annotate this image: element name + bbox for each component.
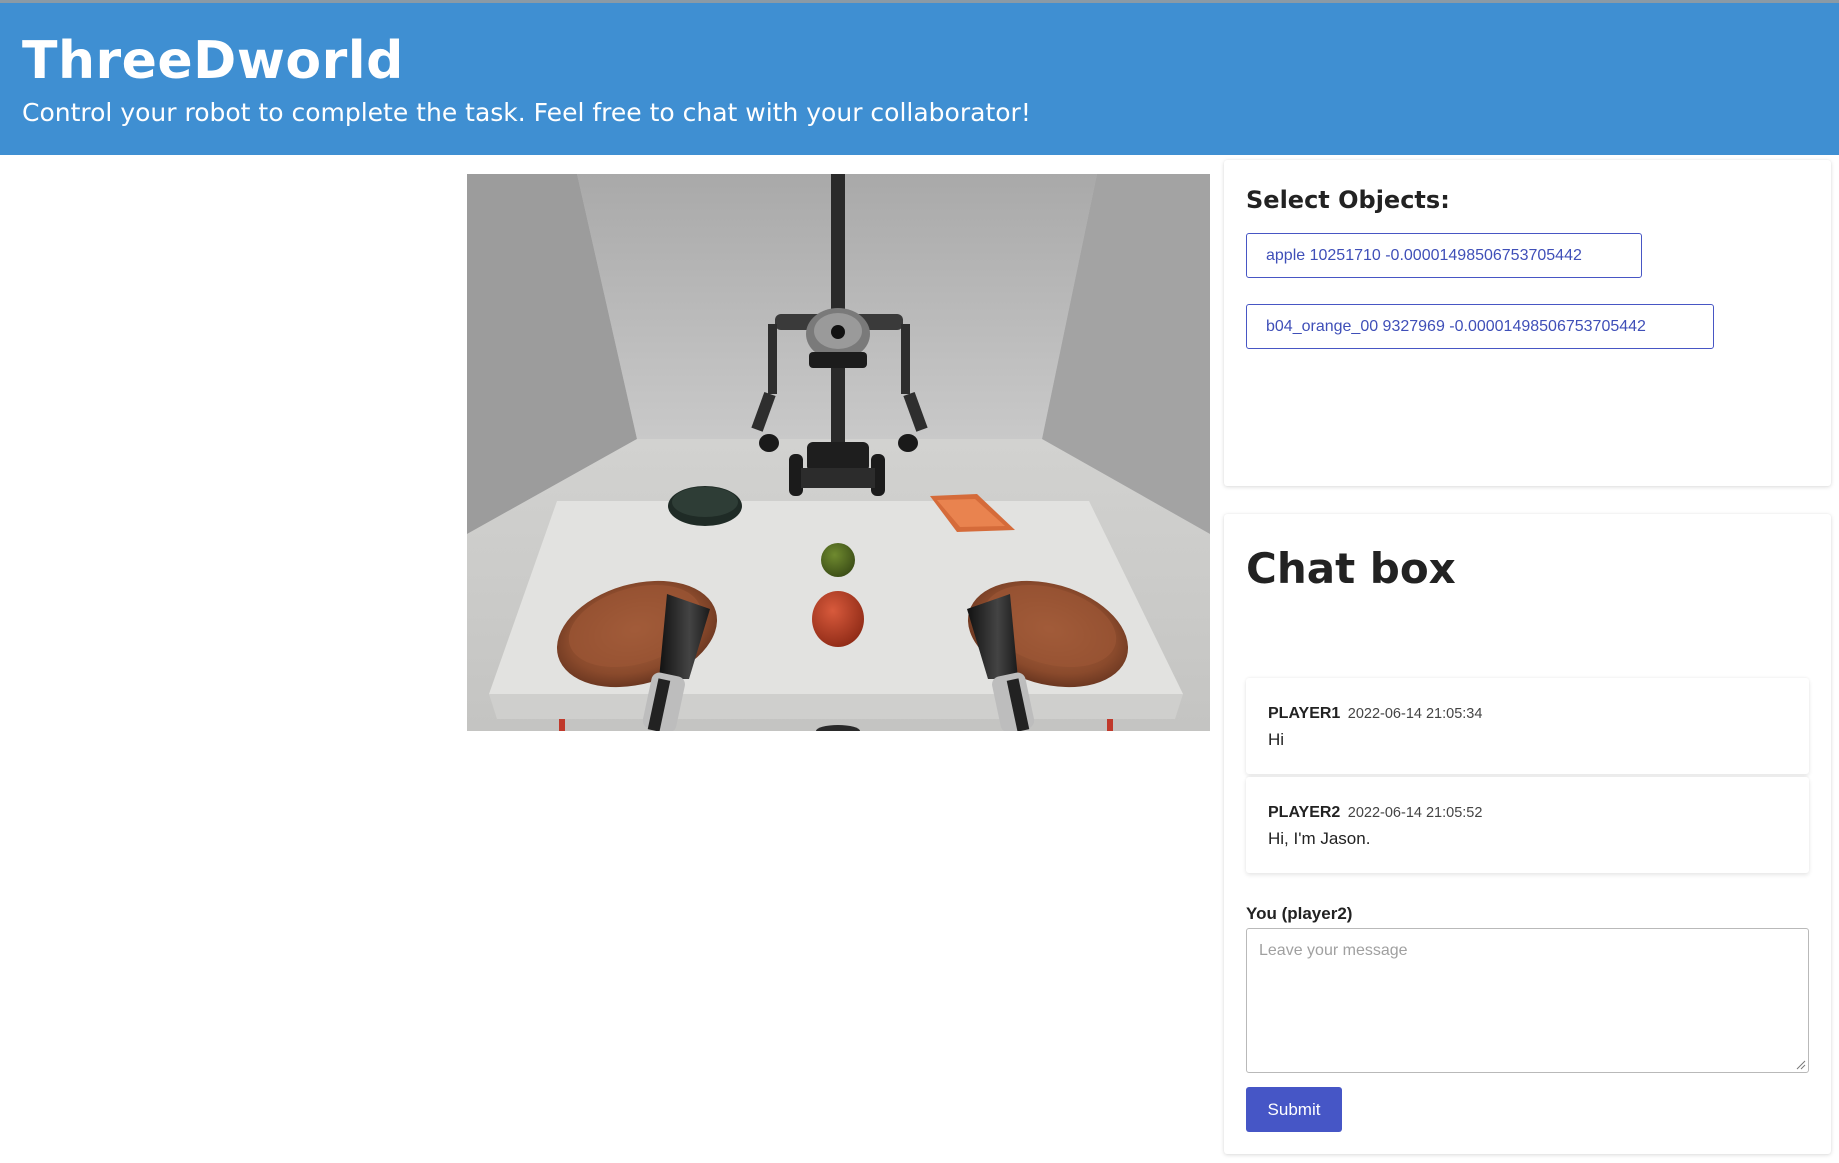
chat-message-text: Hi <box>1268 730 1285 749</box>
chat-box-panel: Chat box PLAYER1 2022-06-14 21:05:34 Hi … <box>1224 514 1831 1154</box>
message-input[interactable] <box>1246 928 1809 1073</box>
object-button-apple[interactable]: apple 10251710 -0.00001498506753705442 <box>1246 233 1642 278</box>
page-title: ThreeDworld <box>22 31 404 91</box>
chat-message-meta: PLAYER2 2022-06-14 21:05:52 <box>1268 804 1482 822</box>
object-button-orange[interactable]: b04_orange_00 9327969 -0.000014985067537… <box>1246 304 1714 349</box>
chat-message-user: PLAYER2 <box>1268 804 1341 821</box>
chat-message-meta: PLAYER1 2022-06-14 21:05:34 <box>1268 705 1482 723</box>
chat-message: PLAYER1 2022-06-14 21:05:34 Hi <box>1246 678 1809 774</box>
select-objects-panel: Select Objects: apple 10251710 -0.000014… <box>1224 160 1831 486</box>
chat-message-user: PLAYER1 <box>1268 705 1341 722</box>
page-subtitle: Control your robot to complete the task.… <box>22 98 1031 127</box>
chat-message-time: 2022-06-14 21:05:34 <box>1347 706 1483 722</box>
chat-message: PLAYER2 2022-06-14 21:05:52 Hi, I'm Jaso… <box>1246 777 1809 873</box>
select-objects-heading: Select Objects: <box>1246 186 1450 214</box>
message-input-label: You (player2) <box>1246 904 1353 923</box>
chat-box-heading: Chat box <box>1246 544 1456 593</box>
page-header: ThreeDworld Control your robot to comple… <box>0 3 1839 155</box>
submit-button[interactable]: Submit <box>1246 1087 1342 1132</box>
resize-grip-icon[interactable] <box>1796 1060 1806 1070</box>
chat-message-time: 2022-06-14 21:05:52 <box>1347 805 1483 821</box>
robot-scene-image <box>467 174 1210 731</box>
simulation-view[interactable] <box>467 174 1210 731</box>
chat-message-text: Hi, I'm Jason. <box>1268 829 1371 848</box>
